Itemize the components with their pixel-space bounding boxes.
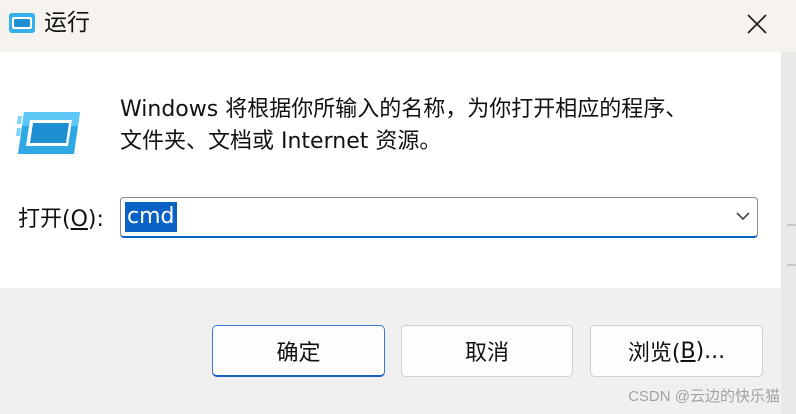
open-label: 打开(O): [18, 205, 104, 235]
open-label-prefix: 打开( [18, 207, 71, 232]
description-line-2: 文件夹、文档或 Internet 资源。 [120, 129, 442, 154]
close-icon [747, 14, 767, 34]
cancel-button-label: 取消 [464, 341, 509, 366]
cancel-button[interactable]: 取消 [401, 325, 573, 377]
browse-label-suffix: )... [695, 338, 726, 364]
dialog-content [0, 52, 781, 288]
browse-label-prefix: 浏览( [627, 341, 681, 366]
chevron-down-icon[interactable] [735, 210, 751, 222]
background-window-edge [781, 52, 796, 414]
close-button[interactable] [726, 0, 788, 48]
open-combobox[interactable]: cmd [120, 197, 758, 238]
run-dialog-icon [9, 13, 35, 33]
open-label-accesskey: O [70, 207, 88, 232]
title-bar: 运行 [0, 0, 796, 52]
open-label-suffix: ): [87, 207, 104, 232]
description-text: Windows 将根据你所输入的名称，为你打开相应的程序、 文件夹、文档或 In… [120, 94, 760, 158]
watermark: CSDN @云边的快乐猫 [628, 388, 780, 405]
browse-button[interactable]: 浏览(B)... [590, 325, 763, 377]
window-title: 运行 [44, 10, 90, 36]
browse-label-accesskey: B [680, 338, 696, 364]
ok-button[interactable]: 确定 [212, 325, 385, 377]
run-dialog-icon [16, 112, 80, 154]
ok-button-label: 确定 [276, 340, 321, 366]
description-line-1: Windows 将根据你所输入的名称，为你打开相应的程序、 [120, 97, 688, 122]
open-input[interactable]: cmd [125, 202, 177, 232]
